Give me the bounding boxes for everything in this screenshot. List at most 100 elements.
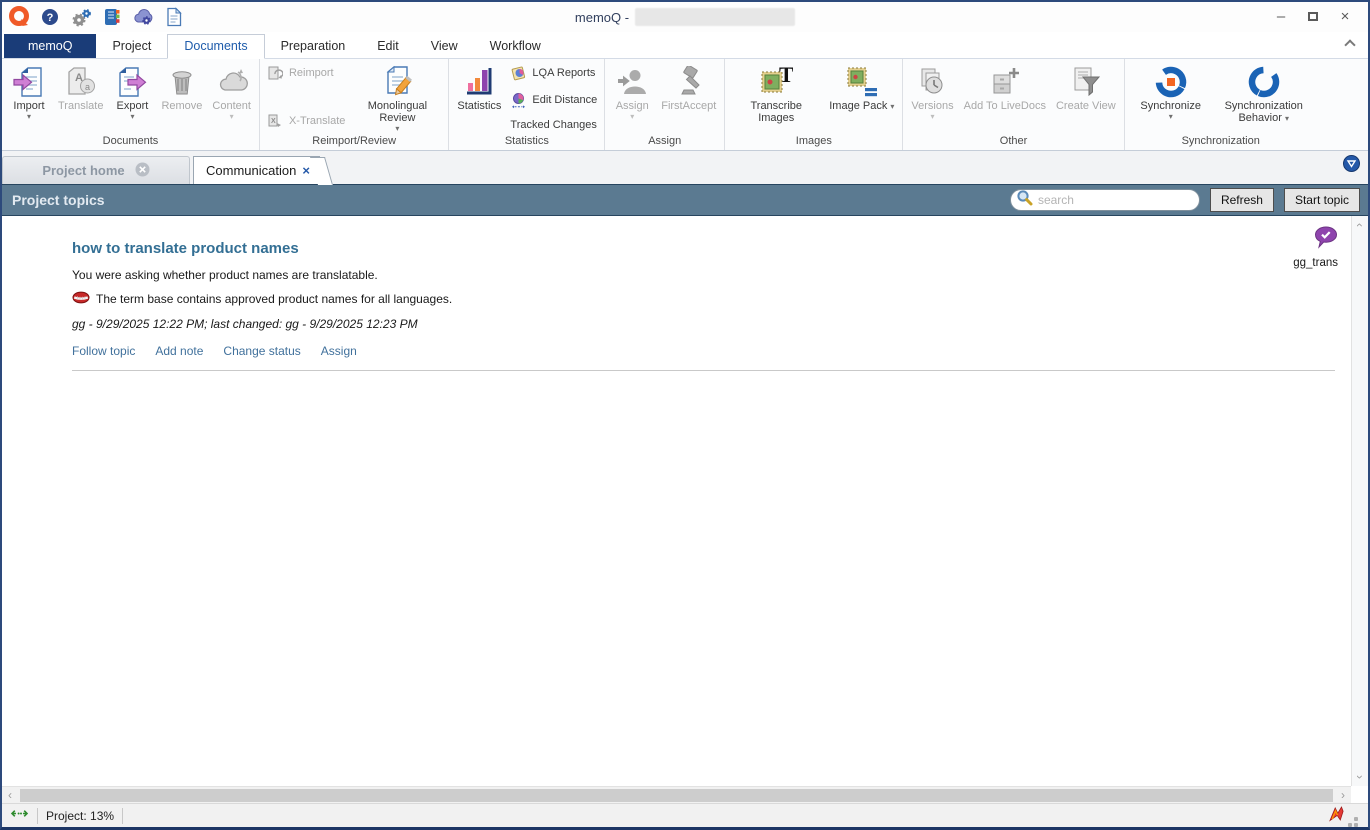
lqa-reports-button[interactable]: LQA Reports [510, 65, 597, 81]
comment-lips-icon [72, 291, 90, 307]
server-cloud-icon[interactable] [132, 6, 154, 28]
ribbon-tab-view[interactable]: View [415, 35, 474, 58]
dropdown-arrow-icon: ▾ [230, 112, 234, 121]
import-label: Import [13, 100, 44, 112]
ribbon-tab-workflow[interactable]: Workflow [474, 35, 557, 58]
window-title-redacted [635, 8, 795, 26]
export-button[interactable]: Export ▾ [108, 61, 156, 122]
dropdown-arrow-icon: ▾ [890, 102, 894, 111]
import-button[interactable]: Import ▾ [5, 61, 53, 122]
add-to-livedocs-icon [989, 64, 1021, 100]
memoq-window: ? [0, 0, 1370, 830]
topic-bubble-icon [1314, 226, 1338, 254]
refresh-button[interactable]: Refresh [1210, 188, 1274, 212]
synchronize-icon [1153, 64, 1189, 100]
firstaccept-label: FirstAccept [661, 100, 716, 112]
topic-question: You were asking whether product names ar… [72, 268, 1298, 282]
scrollbar-thumb[interactable] [20, 789, 1333, 802]
statistics-icon [463, 64, 495, 100]
transcribe-images-button[interactable]: T Transcribe Images [728, 61, 824, 125]
svg-text:a: a [85, 82, 90, 92]
search-box[interactable] [1010, 189, 1200, 211]
collapse-ribbon-icon[interactable] [1346, 36, 1354, 54]
resize-grip[interactable] [1354, 823, 1358, 827]
maximize-button[interactable] [1304, 8, 1322, 26]
ribbon-tab-preparation[interactable]: Preparation [265, 35, 362, 58]
dropdown-arrow-icon: ▾ [1285, 114, 1289, 123]
tab-project-home[interactable]: Project home [2, 156, 190, 184]
scroll-left-icon[interactable]: ‹ [2, 788, 18, 802]
assign-link[interactable]: Assign [321, 344, 357, 358]
tab-project-home-label: Project home [42, 163, 124, 178]
group-label-statistics: Statistics [452, 134, 601, 150]
create-view-label: Create View [1056, 100, 1116, 112]
ribbon-group-reimport-review: Reimport X X-Translate [260, 59, 449, 150]
edit-distance-button[interactable]: Edit Distance [510, 92, 597, 109]
resource-console-icon[interactable] [101, 6, 123, 28]
reimport-button: Reimport [267, 65, 345, 81]
group-label-reimport-review: Reimport/Review [263, 134, 445, 150]
ribbon-tab-edit[interactable]: Edit [361, 35, 415, 58]
create-view-icon [1070, 64, 1102, 100]
monolingual-review-button[interactable]: Monolingual Review ▾ [349, 61, 445, 134]
tab-communication[interactable]: Communication × [193, 156, 320, 184]
options-gears-icon[interactable] [70, 6, 92, 28]
x-translate-button: X X-Translate [267, 113, 345, 129]
edit-distance-icon [510, 92, 527, 109]
statistics-button[interactable]: Statistics [452, 61, 506, 113]
dropdown-arrow-icon: ▾ [1169, 112, 1173, 121]
scroll-right-icon[interactable]: › [1335, 788, 1351, 802]
start-topic-button[interactable]: Start topic [1284, 188, 1360, 212]
change-status-link[interactable]: Change status [223, 344, 300, 358]
content-cloud-icon [216, 64, 248, 100]
x-translate-icon: X [267, 113, 284, 129]
topic-title[interactable]: how to translate product names [72, 240, 1298, 257]
assign-person-icon [616, 64, 648, 100]
ribbon-group-images: T Transcribe Images [725, 59, 903, 150]
ribbon-tab-documents[interactable]: Documents [167, 34, 264, 59]
lqa-reports-icon [510, 65, 527, 81]
ribbon-tab-project[interactable]: Project [96, 35, 167, 58]
search-input[interactable] [1038, 193, 1193, 207]
dropdown-arrow-icon: ▾ [931, 112, 935, 121]
topic-divider [72, 370, 1335, 371]
assign-button: Assign ▾ [608, 61, 656, 122]
horizontal-scrollbar[interactable]: ‹ › [2, 786, 1351, 803]
export-label: Export [117, 100, 149, 112]
window-controls: – × [1272, 8, 1368, 26]
add-to-livedocs-label: Add To LiveDocs [964, 100, 1046, 112]
edit-distance-label: Edit Distance [532, 94, 597, 106]
transcribe-images-icon: T [759, 64, 793, 100]
translate-icon: A a [65, 64, 97, 100]
scroll-up-icon[interactable]: ‹ [1353, 217, 1367, 233]
tab-project-home-close-icon[interactable] [135, 162, 150, 180]
close-button[interactable]: × [1336, 8, 1354, 26]
statusbar-separator [37, 808, 38, 824]
synchronization-behavior-icon [1246, 64, 1282, 100]
minimize-button[interactable]: – [1272, 8, 1290, 26]
alert-lightning-icon [1328, 805, 1346, 827]
tracked-changes-button[interactable]: Tracked Changes [510, 119, 597, 131]
ribbon-group-assign: Assign ▾ FirstAccept [605, 59, 725, 150]
svg-text:X: X [271, 118, 276, 125]
scroll-down-icon[interactable]: › [1353, 769, 1367, 785]
topic-author: gg_trans [1293, 257, 1338, 269]
tab-communication-close-icon[interactable]: × [296, 163, 316, 178]
synchronization-behavior-button[interactable]: Synchronization Behavior ▾ [1214, 61, 1314, 125]
synchronize-button[interactable]: Synchronize ▾ [1128, 61, 1214, 122]
add-note-link[interactable]: Add note [155, 344, 203, 358]
image-pack-label: Image Pack ▾ [829, 100, 894, 112]
tab-list-dropdown-icon[interactable] [1343, 155, 1360, 177]
vertical-scrollbar[interactable]: ‹ › [1351, 216, 1368, 786]
new-document-icon[interactable] [163, 6, 185, 28]
follow-topic-link[interactable]: Follow topic [72, 344, 135, 358]
help-icon[interactable]: ? [39, 6, 61, 28]
firstaccept-gavel-icon [673, 64, 705, 100]
translate-label: Translate [58, 100, 103, 112]
ribbon-tab-memoq[interactable]: memoQ [4, 34, 96, 58]
group-label-other: Other [906, 134, 1120, 150]
status-bar: Project: 13% [2, 803, 1368, 827]
image-pack-button[interactable]: Image Pack ▾ [824, 61, 899, 113]
synchronize-label: Synchronize [1140, 100, 1201, 112]
monolingual-review-label: Monolingual Review [354, 100, 440, 124]
